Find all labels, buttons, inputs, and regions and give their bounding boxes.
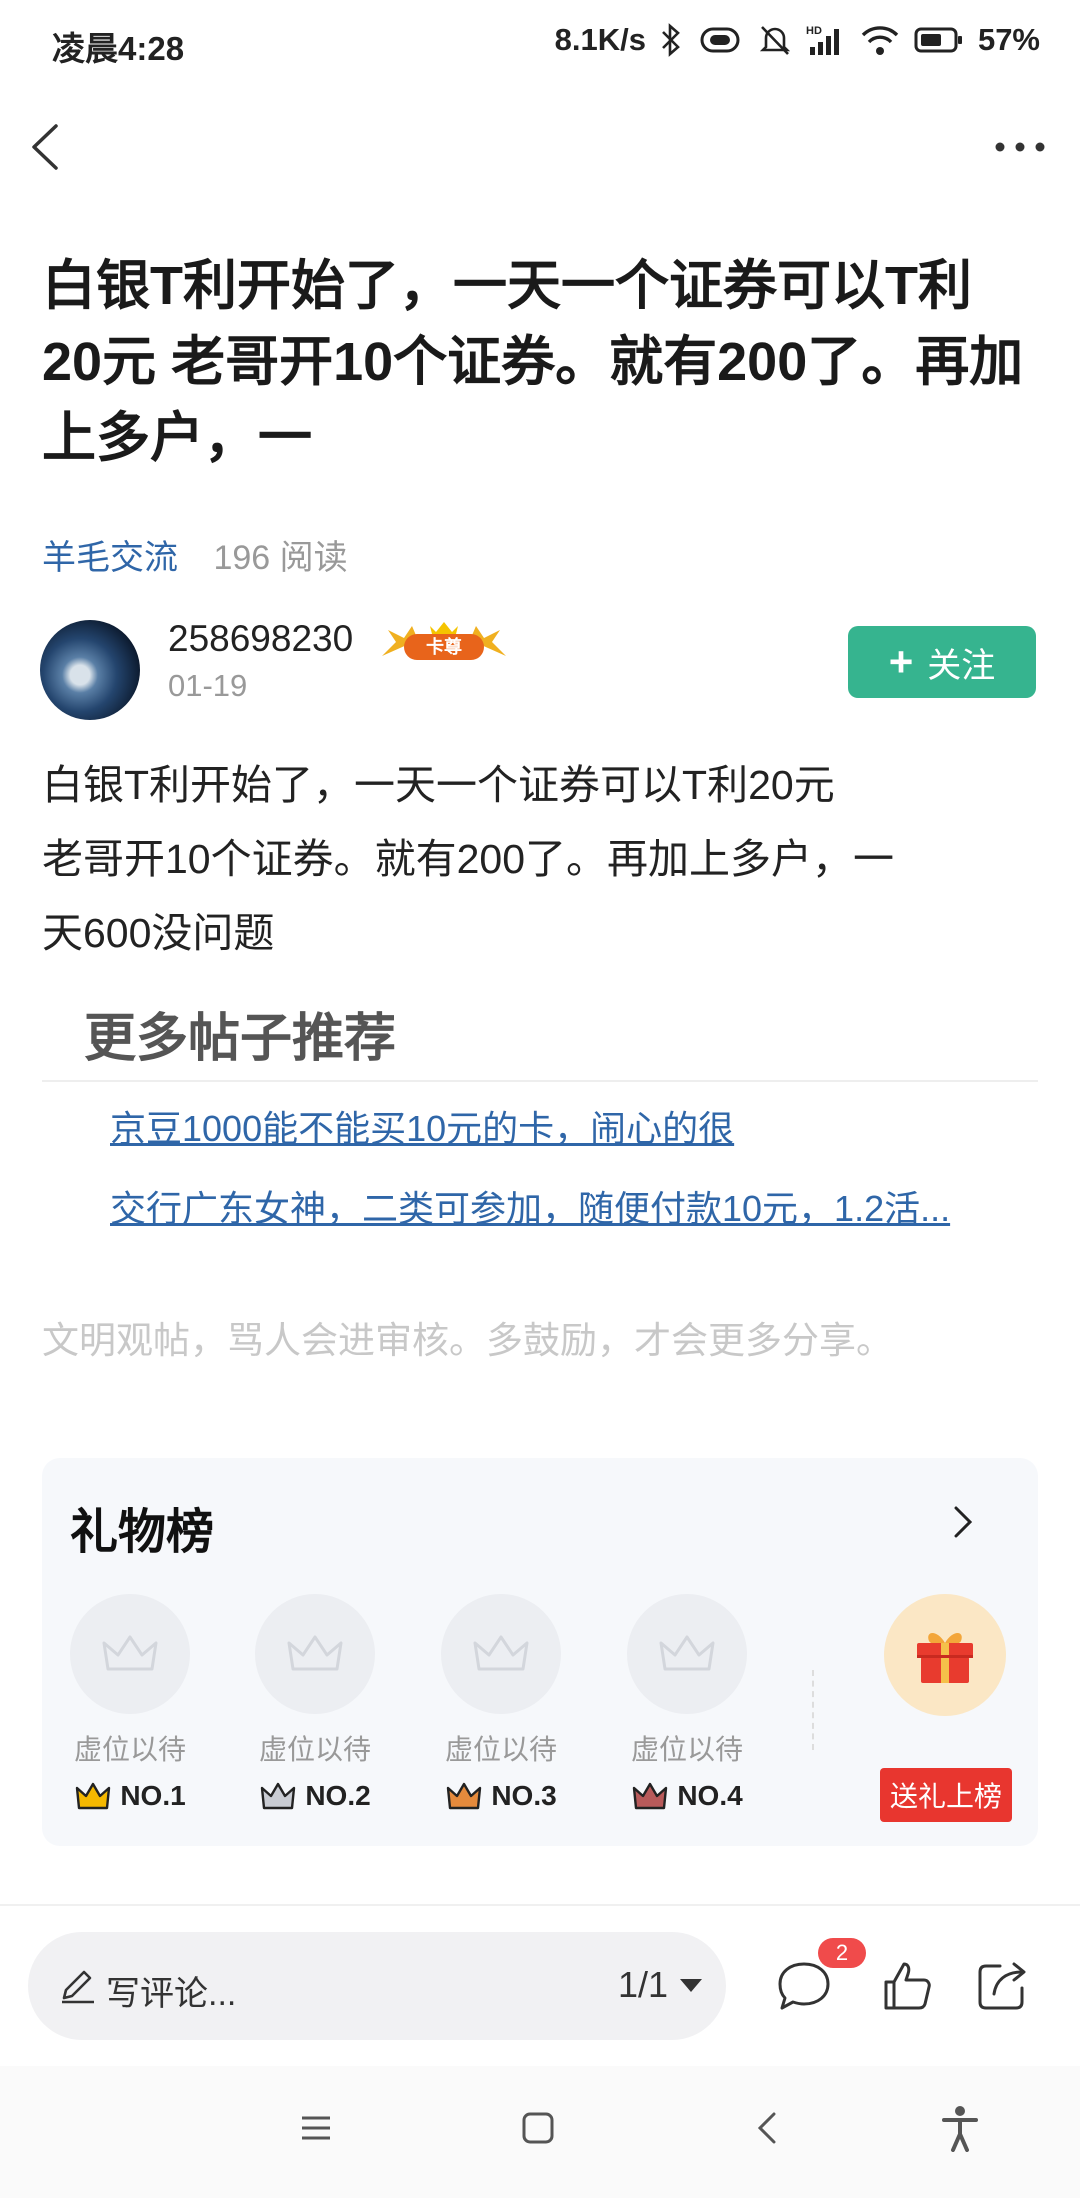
crown-outline-icon: [659, 1635, 715, 1671]
battery-percent: 57%: [977, 22, 1040, 57]
rank-label: NO.3: [441, 1780, 561, 1812]
empty-slot-circle: [255, 1594, 375, 1714]
page-indicator: 1/1: [618, 1964, 669, 2005]
empty-slot-circle: [441, 1594, 561, 1714]
chevron-right-icon[interactable]: [948, 1502, 978, 1542]
share-icon[interactable]: [972, 1956, 1032, 2016]
status-time: 凌晨4:28: [52, 30, 185, 67]
gift-button[interactable]: [884, 1594, 1006, 1716]
read-count: 196 阅读: [213, 539, 348, 577]
post-body: 白银T利开始了，一天一个证券可以T利20元 老哥开10个证券。就有200了。再加…: [42, 748, 1042, 970]
vacant-label: 虚位以待: [73, 1734, 186, 1765]
crown-icon: [261, 1782, 296, 1810]
crown-icon: [76, 1782, 111, 1810]
vip-badge: 卡尊: [382, 622, 506, 660]
rank-text: NO.2: [305, 1780, 371, 1811]
pen-icon: [62, 1970, 94, 2004]
gift-slot[interactable]: 虚位以待 NO.1: [70, 1594, 190, 1812]
caret-down-icon: [680, 1979, 703, 1992]
gift-slot[interactable]: 虚位以待 NO.2: [255, 1594, 375, 1812]
plus-icon: +: [888, 638, 914, 685]
accessibility-icon[interactable]: [938, 2104, 982, 2152]
divider: [812, 1670, 816, 1750]
signal-icon: HD: [806, 25, 839, 55]
badge-text: 卡尊: [426, 636, 462, 658]
body-line: 天600没问题: [42, 910, 275, 956]
empty-slot-circle: [627, 1594, 747, 1714]
vacant-label: 虚位以待: [258, 1734, 371, 1765]
vacant-label: 虚位以待: [630, 1734, 743, 1765]
rank-label: NO.2: [255, 1780, 375, 1812]
author-name[interactable]: 258698230: [168, 618, 353, 660]
gift-board-title: 礼物榜: [70, 1506, 215, 1559]
crown-icon: [447, 1782, 482, 1810]
mute-bell-icon: [759, 26, 791, 55]
follow-button[interactable]: + 关注: [848, 626, 1036, 698]
rank-text: NO.1: [120, 1780, 186, 1811]
rank-text: NO.3: [491, 1780, 557, 1811]
crown-outline-icon: [102, 1635, 158, 1671]
body-line: 白银T利开始了，一天一个证券可以T利20元: [42, 762, 835, 808]
send-gift-button[interactable]: 送礼上榜: [880, 1768, 1012, 1822]
bluetooth-icon: [662, 23, 680, 57]
comment-count-badge: 2: [818, 1938, 866, 1968]
crown-icon: [633, 1782, 668, 1810]
follow-label: 关注: [927, 646, 996, 685]
post-date: 01-19: [168, 668, 248, 703]
gift-box-icon: [917, 1633, 973, 1683]
svg-text:HD: HD: [806, 25, 822, 37]
recommend-title: 更多帖子推荐: [84, 1010, 397, 1068]
network-speed: 8.1K/s: [554, 22, 646, 57]
like-thumb-icon[interactable]: [878, 1956, 938, 2016]
crown-outline-icon: [473, 1635, 529, 1671]
comment-placeholder: 写评论...: [106, 1975, 237, 2013]
body-line: 老哥开10个证券。就有200了。再加上多户，一: [42, 836, 895, 882]
post-title: 白银T利开始了，一天一个证券可以T利20元 老哥开10个证券。就有200了。再加…: [42, 256, 1024, 468]
status-right-group: 8.1K/s HD 57%: [555, 22, 1040, 58]
category-link[interactable]: 羊毛交流: [42, 539, 178, 577]
battery-icon: [914, 27, 962, 53]
more-options-icon[interactable]: [990, 125, 1050, 165]
avatar[interactable]: [40, 620, 140, 720]
menu-icon[interactable]: [296, 2108, 336, 2148]
rank-label: NO.1: [70, 1780, 190, 1812]
system-nav-bar: [0, 2066, 1080, 2198]
vacant-label: 虚位以待: [444, 1734, 557, 1765]
wifi-icon: [861, 26, 899, 55]
recommend-link[interactable]: 京豆1000能不能买10元的卡，闹心的很: [110, 1100, 1010, 1152]
divider: [42, 1080, 1038, 1082]
nav-back-icon[interactable]: [748, 2108, 788, 2148]
home-square-icon[interactable]: [518, 2108, 558, 2148]
page-selector[interactable]: 1/1: [618, 1964, 704, 2006]
empty-slot-circle: [70, 1594, 190, 1714]
civility-notice: 文明观帖，骂人会进审核。多鼓励，才会更多分享。: [42, 1320, 893, 1361]
gift-slot[interactable]: 虚位以待 NO.3: [441, 1594, 561, 1812]
crown-outline-icon: [287, 1635, 343, 1671]
rank-label: NO.4: [627, 1780, 747, 1812]
gift-slot[interactable]: 虚位以待 NO.4: [627, 1594, 747, 1812]
vibrate-icon: [700, 27, 740, 53]
back-arrow-icon[interactable]: [20, 112, 80, 182]
divider: [0, 1904, 1080, 1906]
rank-text: NO.4: [677, 1780, 743, 1811]
status-bar: 凌晨4:28 8.1K/s HD 57%: [0, 0, 1080, 90]
recommend-link[interactable]: 交行广东女神，二类可参加，随便付款10元，1.2活...: [110, 1180, 1010, 1232]
post-meta: 羊毛交流 196 阅读: [42, 530, 348, 579]
